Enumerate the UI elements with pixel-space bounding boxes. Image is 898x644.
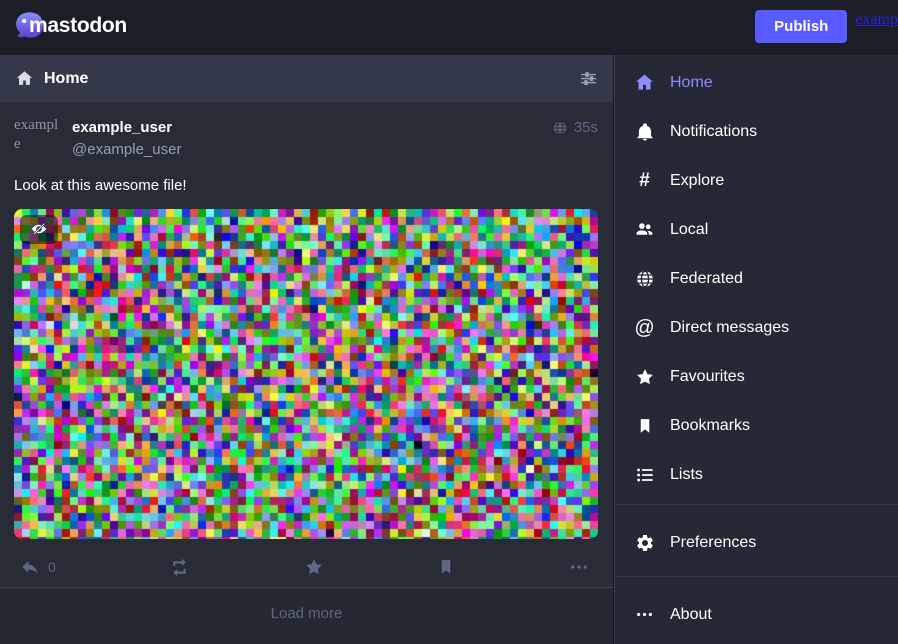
sidebar-item-notifications[interactable]: Notifications xyxy=(615,107,898,156)
hashtag-icon: # xyxy=(633,171,656,190)
load-more-button[interactable]: Load more xyxy=(0,587,613,644)
globe-icon xyxy=(633,269,656,289)
sidebar-item-federated[interactable]: Federated xyxy=(615,254,898,303)
sidebar-item-label: Home xyxy=(670,74,713,92)
sidebar-item-label: Lists xyxy=(670,466,703,484)
sidebar-item-label: Notifications xyxy=(670,123,757,141)
bookmark-button[interactable] xyxy=(437,558,455,576)
sidebar-item-preferences[interactable]: Preferences xyxy=(615,518,898,567)
sidebar-item-label: Federated xyxy=(670,270,743,288)
display-name[interactable]: example_user xyxy=(72,119,181,136)
bookmark-icon xyxy=(633,417,656,435)
column-title: Home xyxy=(44,70,88,88)
ellipsis-icon xyxy=(569,557,589,577)
sidebar-item-explore[interactable]: # Explore xyxy=(615,156,898,205)
eye-slash-icon xyxy=(30,220,48,238)
sidebar-item-home[interactable]: Home xyxy=(615,58,898,107)
brand-wordmark: mastodon xyxy=(29,14,127,38)
ellipsis-icon xyxy=(633,605,656,624)
users-icon xyxy=(633,219,656,240)
media-attachment xyxy=(14,209,598,539)
sidebar-item-label: Bookmarks xyxy=(670,417,750,435)
home-icon xyxy=(15,69,34,88)
status-meta[interactable]: 35s xyxy=(552,119,598,136)
status-names: example_user @example_user xyxy=(72,116,181,163)
avatar[interactable]: example xyxy=(14,116,61,163)
account-link[interactable]: examp xyxy=(855,11,898,29)
sidebar-item-label: Favourites xyxy=(670,368,745,386)
boost-icon xyxy=(169,557,190,578)
sidebar-item-label: Direct messages xyxy=(670,319,789,337)
sidebar-item-local[interactable]: Local xyxy=(615,205,898,254)
timeline-column: Home examp xyxy=(0,55,614,644)
status-action-bar: 0 xyxy=(14,548,598,587)
navigation-panel: Home Notifications # Explore xyxy=(614,55,898,644)
home-icon xyxy=(633,72,656,93)
column-settings-button[interactable] xyxy=(579,69,598,88)
sidebar-item-bookmarks[interactable]: Bookmarks xyxy=(615,401,898,450)
main-layout: Home examp xyxy=(0,55,898,644)
sidebar-divider xyxy=(615,504,898,505)
boost-button[interactable] xyxy=(169,557,190,578)
app-root: mastodon Publish examp Home xyxy=(0,0,898,644)
sidebar-item-label: About xyxy=(670,606,712,624)
favourite-button[interactable] xyxy=(304,557,324,577)
status: example example_user @example_user xyxy=(0,102,613,587)
status-content: Look at this awesome file! xyxy=(14,176,598,196)
hide-media-button[interactable] xyxy=(20,215,58,244)
attachment-image[interactable] xyxy=(14,209,598,539)
star-icon xyxy=(304,557,324,577)
sidebar-divider xyxy=(615,576,898,577)
globe-icon xyxy=(552,120,568,136)
sidebar-item-label: Preferences xyxy=(670,534,756,552)
top-bar-actions: Publish examp xyxy=(755,0,898,55)
sidebar-item-about[interactable]: About xyxy=(615,590,898,639)
account-handle: @example_user xyxy=(72,141,181,158)
sidebar-item-direct-messages[interactable]: @ Direct messages xyxy=(615,303,898,352)
sidebar-item-favourites[interactable]: Favourites xyxy=(615,352,898,401)
gear-icon xyxy=(633,533,656,553)
bookmark-icon xyxy=(437,558,455,576)
bell-icon xyxy=(633,122,656,142)
sidebar-item-label: Local xyxy=(670,221,708,239)
sidebar-item-label: Explore xyxy=(670,172,724,190)
sidebar-item-lists[interactable]: Lists xyxy=(615,450,898,499)
reply-count: 0 xyxy=(48,559,56,575)
reply-button[interactable]: 0 xyxy=(20,557,56,577)
publish-button[interactable]: Publish xyxy=(755,10,847,43)
reply-icon xyxy=(20,557,40,577)
sliders-icon xyxy=(579,69,598,88)
status-header: example example_user @example_user xyxy=(14,116,598,163)
status-time: 35s xyxy=(574,119,598,136)
star-icon xyxy=(633,367,656,387)
column-header[interactable]: Home xyxy=(0,55,613,102)
at-icon: @ xyxy=(633,318,656,338)
more-button[interactable] xyxy=(569,557,589,577)
top-bar: mastodon Publish examp xyxy=(0,0,898,55)
mastodon-logo[interactable]: mastodon xyxy=(13,5,127,47)
list-icon xyxy=(633,465,656,485)
